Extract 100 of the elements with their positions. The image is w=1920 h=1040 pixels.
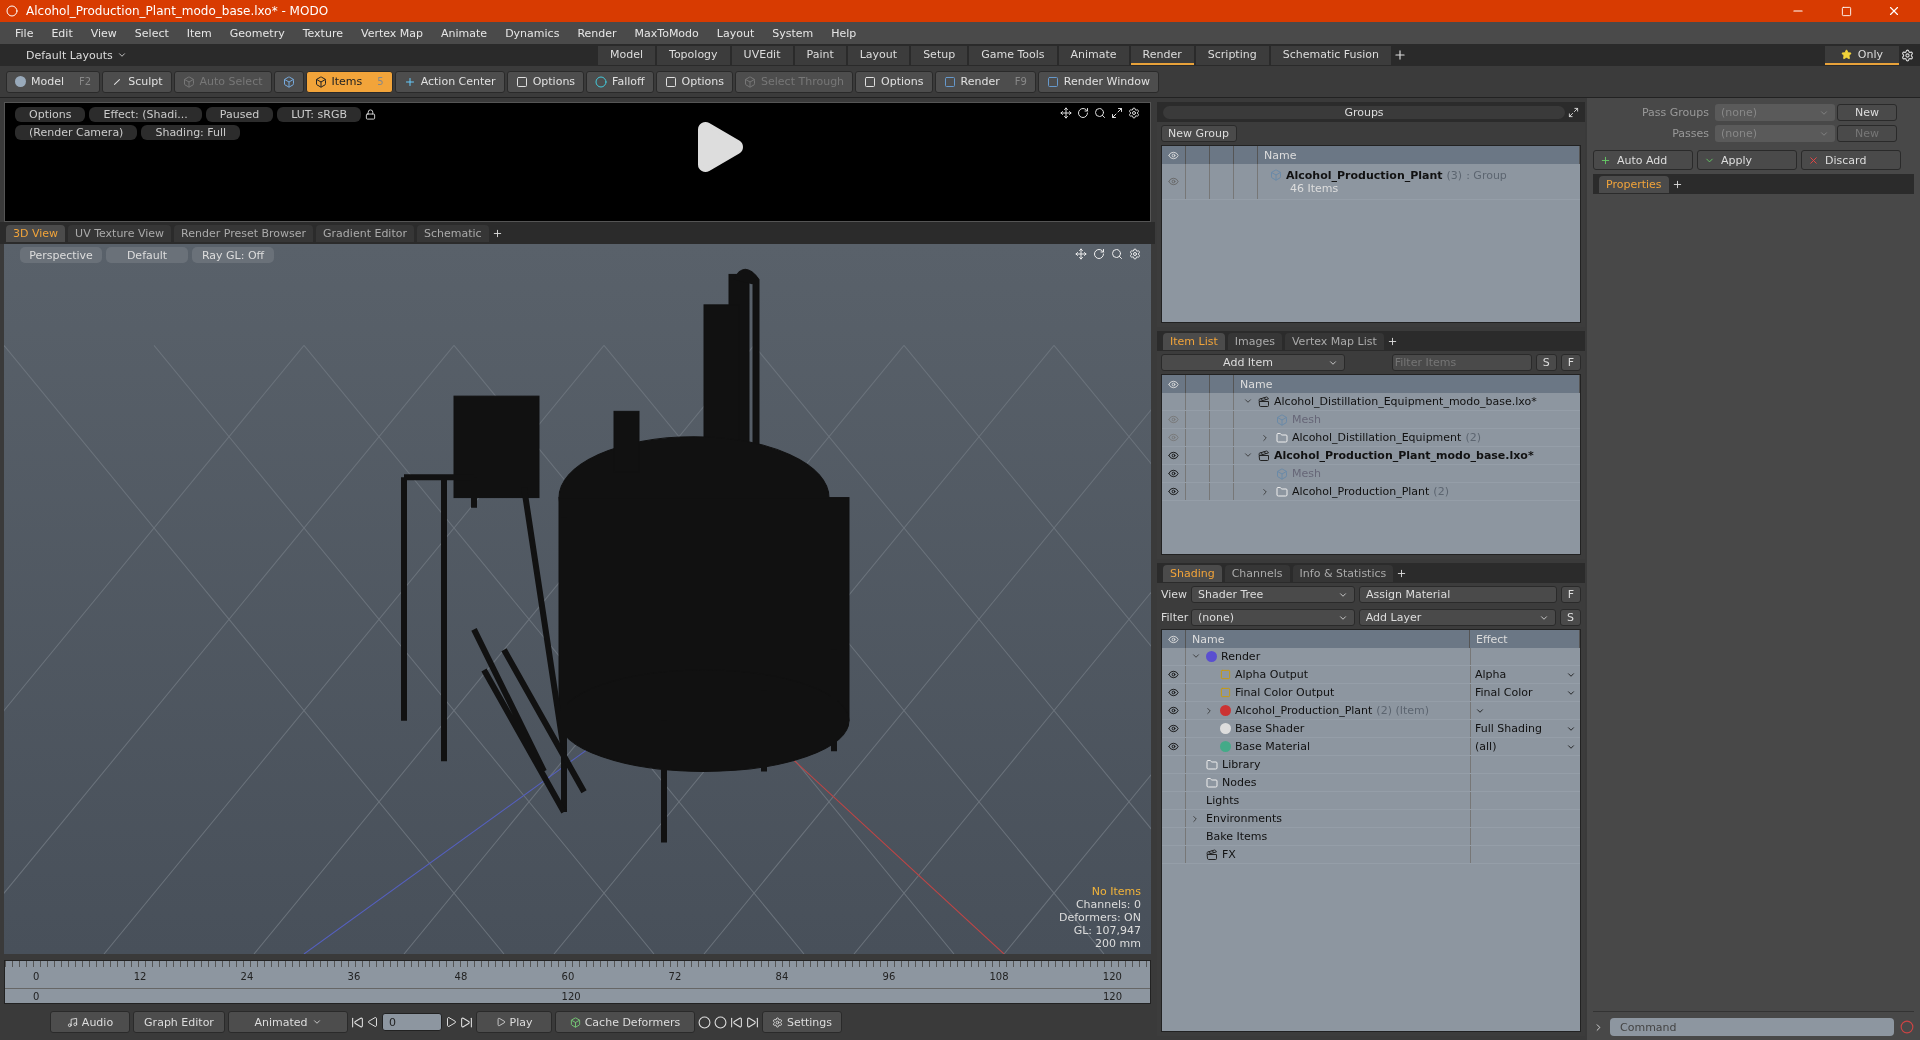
tool-button[interactable]: Options (506, 70, 585, 93)
s-button[interactable]: S (1560, 609, 1581, 626)
add-tab-icon[interactable] (1396, 567, 1408, 579)
preview-option[interactable]: Shading: Full (141, 125, 241, 140)
discard-button[interactable]: Discard (1801, 150, 1901, 170)
cache-deformers-button[interactable]: Cache Deformers (555, 1011, 695, 1033)
menu-item[interactable]: Render (568, 26, 626, 40)
f-button[interactable]: F (1560, 586, 1581, 603)
settings-icon[interactable] (1129, 248, 1141, 260)
viewport-option[interactable]: Perspective (20, 247, 102, 263)
frame-field[interactable]: 0 (382, 1013, 442, 1031)
add-tab-icon[interactable] (1386, 335, 1398, 347)
only-button[interactable]: Only (1824, 45, 1899, 65)
maximize-icon[interactable] (1111, 107, 1123, 119)
shader-row[interactable]: Lights (1162, 792, 1580, 810)
add-item-button[interactable]: Add Item (1161, 354, 1345, 371)
preview-option[interactable]: LUT: sRGB (277, 107, 361, 122)
panel-tab[interactable]: Properties (1599, 175, 1669, 193)
move-icon[interactable] (1060, 107, 1072, 119)
shader-row[interactable]: Render (1162, 648, 1580, 666)
tool-button[interactable]: Falloff (586, 70, 654, 93)
graph-editor-button[interactable]: Graph Editor (133, 1011, 225, 1033)
preview-option[interactable]: Effect: (Shadi... (89, 107, 202, 122)
panel-tab[interactable]: Vertex Map List (1284, 332, 1384, 350)
tool-button[interactable]: Action Center (394, 70, 505, 93)
shader-row[interactable]: Nodes (1162, 774, 1580, 792)
panel-tab[interactable]: Images (1227, 332, 1282, 350)
shader-row[interactable]: Library (1162, 756, 1580, 774)
menu-item[interactable]: Vertex Map (351, 26, 433, 40)
new-button[interactable]: New (1837, 104, 1897, 121)
prev-icon[interactable] (367, 1016, 379, 1028)
rotate-icon[interactable] (1077, 107, 1089, 119)
menu-item[interactable]: Edit (42, 26, 82, 40)
menu-item[interactable]: Layout (707, 26, 764, 40)
panel-tab[interactable]: Channels (1224, 564, 1290, 582)
menu-item[interactable]: Geometry (220, 26, 294, 40)
menu-item[interactable]: MaxToModo (625, 26, 708, 40)
preview-option[interactable]: Options (15, 107, 86, 122)
layout-tab[interactable]: Animate (1058, 45, 1129, 65)
tool-button[interactable]: Model F2 (6, 70, 101, 93)
shader-row[interactable]: Environments (1162, 810, 1580, 828)
menu-item[interactable]: File (6, 26, 43, 40)
tool-button[interactable]: Sculpt (102, 70, 172, 93)
new-group-button[interactable]: New Group (1161, 125, 1237, 142)
viewport-tab[interactable]: 3D View (6, 224, 66, 242)
viewport-tab[interactable]: UV Texture View (68, 224, 172, 242)
shader-row[interactable]: Base Material (all) (1162, 738, 1580, 756)
layout-tab[interactable]: Schematic Fusion (1270, 45, 1392, 65)
next-key-icon[interactable] (746, 1015, 759, 1029)
first-frame-icon[interactable] (351, 1015, 364, 1029)
command-field[interactable]: Command (1610, 1018, 1894, 1036)
maximize-icon[interactable] (1568, 106, 1579, 118)
layout-tab[interactable]: Topology (657, 45, 730, 65)
assign-material-button[interactable]: Assign Material (1359, 586, 1557, 603)
menu-item[interactable]: View (81, 26, 126, 40)
panel-tab[interactable]: Shading (1163, 564, 1222, 582)
audio-button[interactable]: Audio (50, 1011, 130, 1033)
viewport-option[interactable]: Ray GL: Off (192, 247, 274, 263)
layout-tab[interactable]: UVEdit (731, 45, 793, 65)
auto-add-button[interactable]: Auto Add (1593, 150, 1693, 170)
layout-tab[interactable]: Setup (911, 45, 968, 65)
add-tab-icon[interactable] (491, 227, 503, 239)
apply-button[interactable]: Apply (1697, 150, 1797, 170)
last-frame-icon[interactable] (460, 1015, 473, 1029)
tool-button[interactable]: Options (855, 70, 933, 93)
shader-row[interactable]: FX (1162, 846, 1580, 864)
layout-tab[interactable]: Layout (847, 45, 910, 65)
filter-dropdown[interactable]: (none) (1191, 609, 1355, 626)
menu-item[interactable]: Dynamics (496, 26, 569, 40)
menu-item[interactable]: Select (125, 26, 178, 40)
shader-row[interactable]: Bake Items (1162, 828, 1580, 846)
item-row[interactable]: Alcohol_Distillation_Equipment_modo_base.lxo* (1162, 393, 1580, 411)
menu-item[interactable]: Animate (432, 26, 497, 40)
shader-row[interactable]: Base Shader Full Shading (1162, 720, 1580, 738)
viewport-tab[interactable]: Schematic (417, 224, 489, 242)
play-button[interactable]: Play (476, 1011, 552, 1033)
viewport-option[interactable]: Default (106, 247, 188, 263)
tool-button[interactable]: Render Window (1037, 70, 1159, 93)
tool-button[interactable] (273, 70, 304, 93)
panel-tab[interactable]: Item List (1163, 332, 1225, 350)
add-tab-icon[interactable] (1393, 48, 1408, 62)
view-dropdown[interactable]: Shader Tree (1191, 586, 1355, 603)
add-tab-icon[interactable] (1671, 178, 1683, 190)
menu-item[interactable]: System (763, 26, 823, 40)
menu-item[interactable]: Texture (293, 26, 352, 40)
search-icon[interactable] (1094, 107, 1106, 119)
s-button[interactable]: S (1535, 354, 1557, 371)
add-layer-dropdown[interactable]: Add Layer (1358, 609, 1556, 626)
layout-tab[interactable]: Render (1130, 45, 1194, 65)
tool-button[interactable]: Options (655, 70, 734, 93)
layout-tab[interactable]: Model (598, 45, 656, 65)
shader-row[interactable]: Alpha Output Alpha (1162, 666, 1580, 684)
menu-item[interactable]: Item (177, 26, 221, 40)
item-row[interactable]: Alcohol_Production_Plant_modo_base.lxo* (1162, 447, 1580, 465)
settings-button[interactable]: Settings (762, 1011, 842, 1033)
preview-option[interactable]: (Render Camera) (15, 125, 138, 140)
viewport-tab[interactable]: Gradient Editor (316, 224, 414, 242)
tool-button[interactable]: Items 5 (305, 70, 393, 93)
layout-tab[interactable]: Scripting (1195, 45, 1269, 65)
prev-key-icon[interactable] (730, 1015, 743, 1029)
